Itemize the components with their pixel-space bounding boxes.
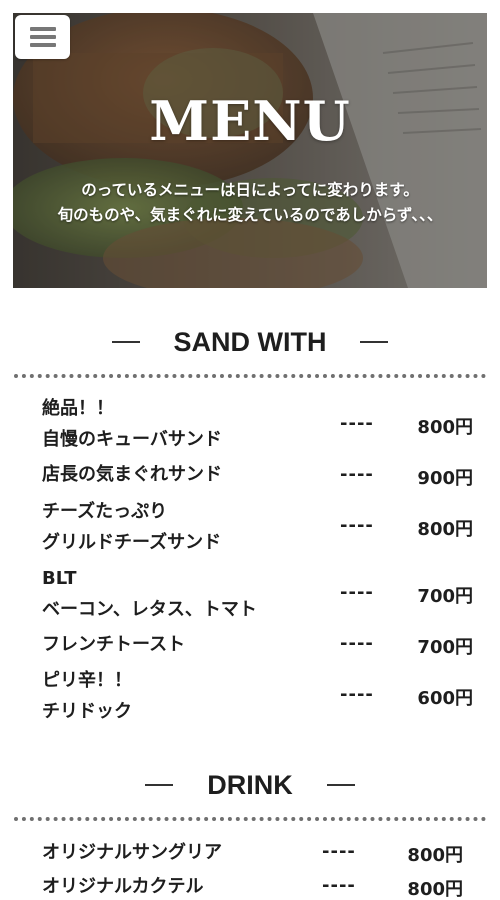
menu-item-separator: ---- [340, 633, 374, 654]
menu-item-separator: ---- [340, 684, 374, 705]
menu-item-price: 800円 [417, 519, 473, 540]
menu-item-name-line1: ピリ辛！！ [42, 670, 132, 691]
section-heading-drink: DRINK [0, 765, 500, 803]
heading-dash-left [145, 783, 174, 786]
section-title-sandwich: SAND WITH [173, 326, 327, 357]
menu-item-price: 800円 [407, 845, 463, 866]
menu-page: MENU のっているメニューは日によってに変わります。 旬のものや、気まぐれに変… [0, 0, 500, 900]
menu-item-name-line1: 店長の気まぐれサンド [42, 464, 222, 485]
section-divider-drink [14, 817, 486, 821]
menu-item-price: 700円 [417, 586, 473, 607]
menu-item-name-line1: チーズたっぷり [42, 501, 168, 522]
menu-item-price: 600円 [417, 688, 473, 709]
menu-item-price: 900円 [417, 468, 473, 489]
menu-item-price: 700円 [417, 637, 473, 658]
menu-item-price: 800円 [407, 879, 463, 900]
menu-item-separator: ---- [340, 515, 374, 536]
menu-item-name-line2: グリルドチーズサンド [42, 532, 222, 553]
menu-item-name-line1: 絶品！！ [42, 398, 114, 419]
hamburger-icon [29, 27, 56, 47]
menu-item-name-line2: チリドック [42, 701, 132, 722]
section-title-drink: DRINK [207, 769, 293, 800]
page-title: MENU [149, 89, 351, 153]
menu-item-name-line1: オリジナルカクテル [42, 876, 204, 897]
menu-item-name-line1: BLT [42, 568, 77, 589]
hero-banner: MENU のっているメニューは日によってに変わります。 旬のものや、気まぐれに変… [13, 13, 487, 288]
menu-item-separator: ---- [340, 413, 374, 434]
hamburger-menu-button[interactable] [15, 15, 70, 59]
menu-item-separator: ---- [340, 582, 374, 603]
menu-item-name-line2: 自慢のキューバサンド [42, 429, 222, 450]
heading-dash-left [111, 340, 140, 343]
heading-dash-right [360, 340, 389, 343]
menu-item-name-line1: オリジナルサングリア [42, 842, 222, 863]
menu-item-name-line1: フレンチトースト [42, 634, 186, 655]
menu-item-price: 800円 [417, 417, 473, 438]
menu-item-separator: ---- [322, 841, 356, 862]
intro-line-1: のっているメニューは日によってに変わります。 [81, 181, 419, 199]
menu-item-name-line2: ベーコン、レタス、トマト [42, 599, 257, 620]
heading-dash-right [326, 783, 355, 786]
intro-line-2: 旬のものや、気まぐれに変えているのであしからず、、、 [57, 206, 443, 224]
menu-item-separator: ---- [340, 464, 374, 485]
section-divider-sandwich [14, 374, 486, 378]
hero-intro-text: のっているメニューは日によってに変わります。 旬のものや、気まぐれに変えているの… [13, 178, 487, 228]
section-heading-sandwich: SAND WITH [0, 322, 500, 360]
menu-item-separator: ---- [322, 875, 356, 896]
